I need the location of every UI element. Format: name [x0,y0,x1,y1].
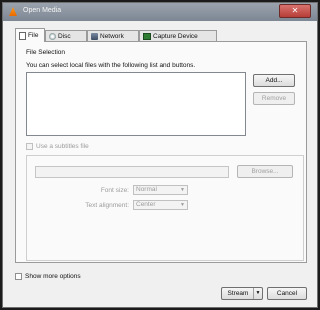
open-media-dialog: Open Media ✕ File Disc Network Capture D… [2,2,318,308]
subtitles-checkbox-label: Use a subtitles file [36,143,89,150]
stream-label: Stream [227,290,249,297]
font-size-select[interactable]: Normal ▼ [133,185,188,195]
vlc-cone-icon [9,7,17,16]
font-size-value: Normal [136,186,157,193]
capture-device-icon [143,32,151,40]
tab-file[interactable]: File [15,28,45,42]
browse-button[interactable]: Browse... [237,165,293,178]
stream-button[interactable]: Stream ▼ [221,287,263,300]
file-selection-description: You can select local files with the foll… [26,62,196,69]
file-tab-panel: File Selection You can select local file… [15,41,307,263]
file-list[interactable] [26,72,246,136]
show-more-options-checkbox[interactable] [15,273,22,280]
stream-dropdown-icon[interactable]: ▼ [253,288,262,299]
close-button[interactable]: ✕ [279,4,311,18]
chevron-down-icon: ▼ [180,187,185,193]
file-selection-heading: File Selection [26,49,66,56]
subtitle-file-input[interactable] [35,166,229,178]
cancel-button[interactable]: Cancel [267,287,307,300]
subtitles-checkbox[interactable] [26,143,33,150]
tab-label: Capture Device [153,32,198,40]
tab-network[interactable]: Network [87,30,139,41]
tab-capture-device[interactable]: Capture Device [139,30,217,41]
tab-disc[interactable]: Disc [45,30,87,41]
add-button[interactable]: Add... [253,74,295,87]
file-icon [19,31,26,40]
remove-button[interactable]: Remove [253,92,295,105]
text-alignment-label: Text alignment: [85,202,129,209]
tab-label: Network [100,32,124,40]
chevron-down-icon: ▼ [180,202,185,208]
text-alignment-value: Center [136,201,156,208]
font-size-label: Font size: [100,187,129,194]
disc-icon [49,32,56,40]
close-icon: ✕ [291,6,299,15]
text-alignment-select[interactable]: Center ▼ [133,200,188,210]
show-more-options-label: Show more options [25,273,81,280]
network-icon [91,32,98,40]
window-title: Open Media [23,7,62,14]
title-bar: Open Media ✕ [3,3,317,21]
tab-label: Disc [58,32,71,40]
tab-label: File [28,32,39,39]
subtitles-group: Browse... Font size: Normal ▼ Text align… [26,155,304,261]
